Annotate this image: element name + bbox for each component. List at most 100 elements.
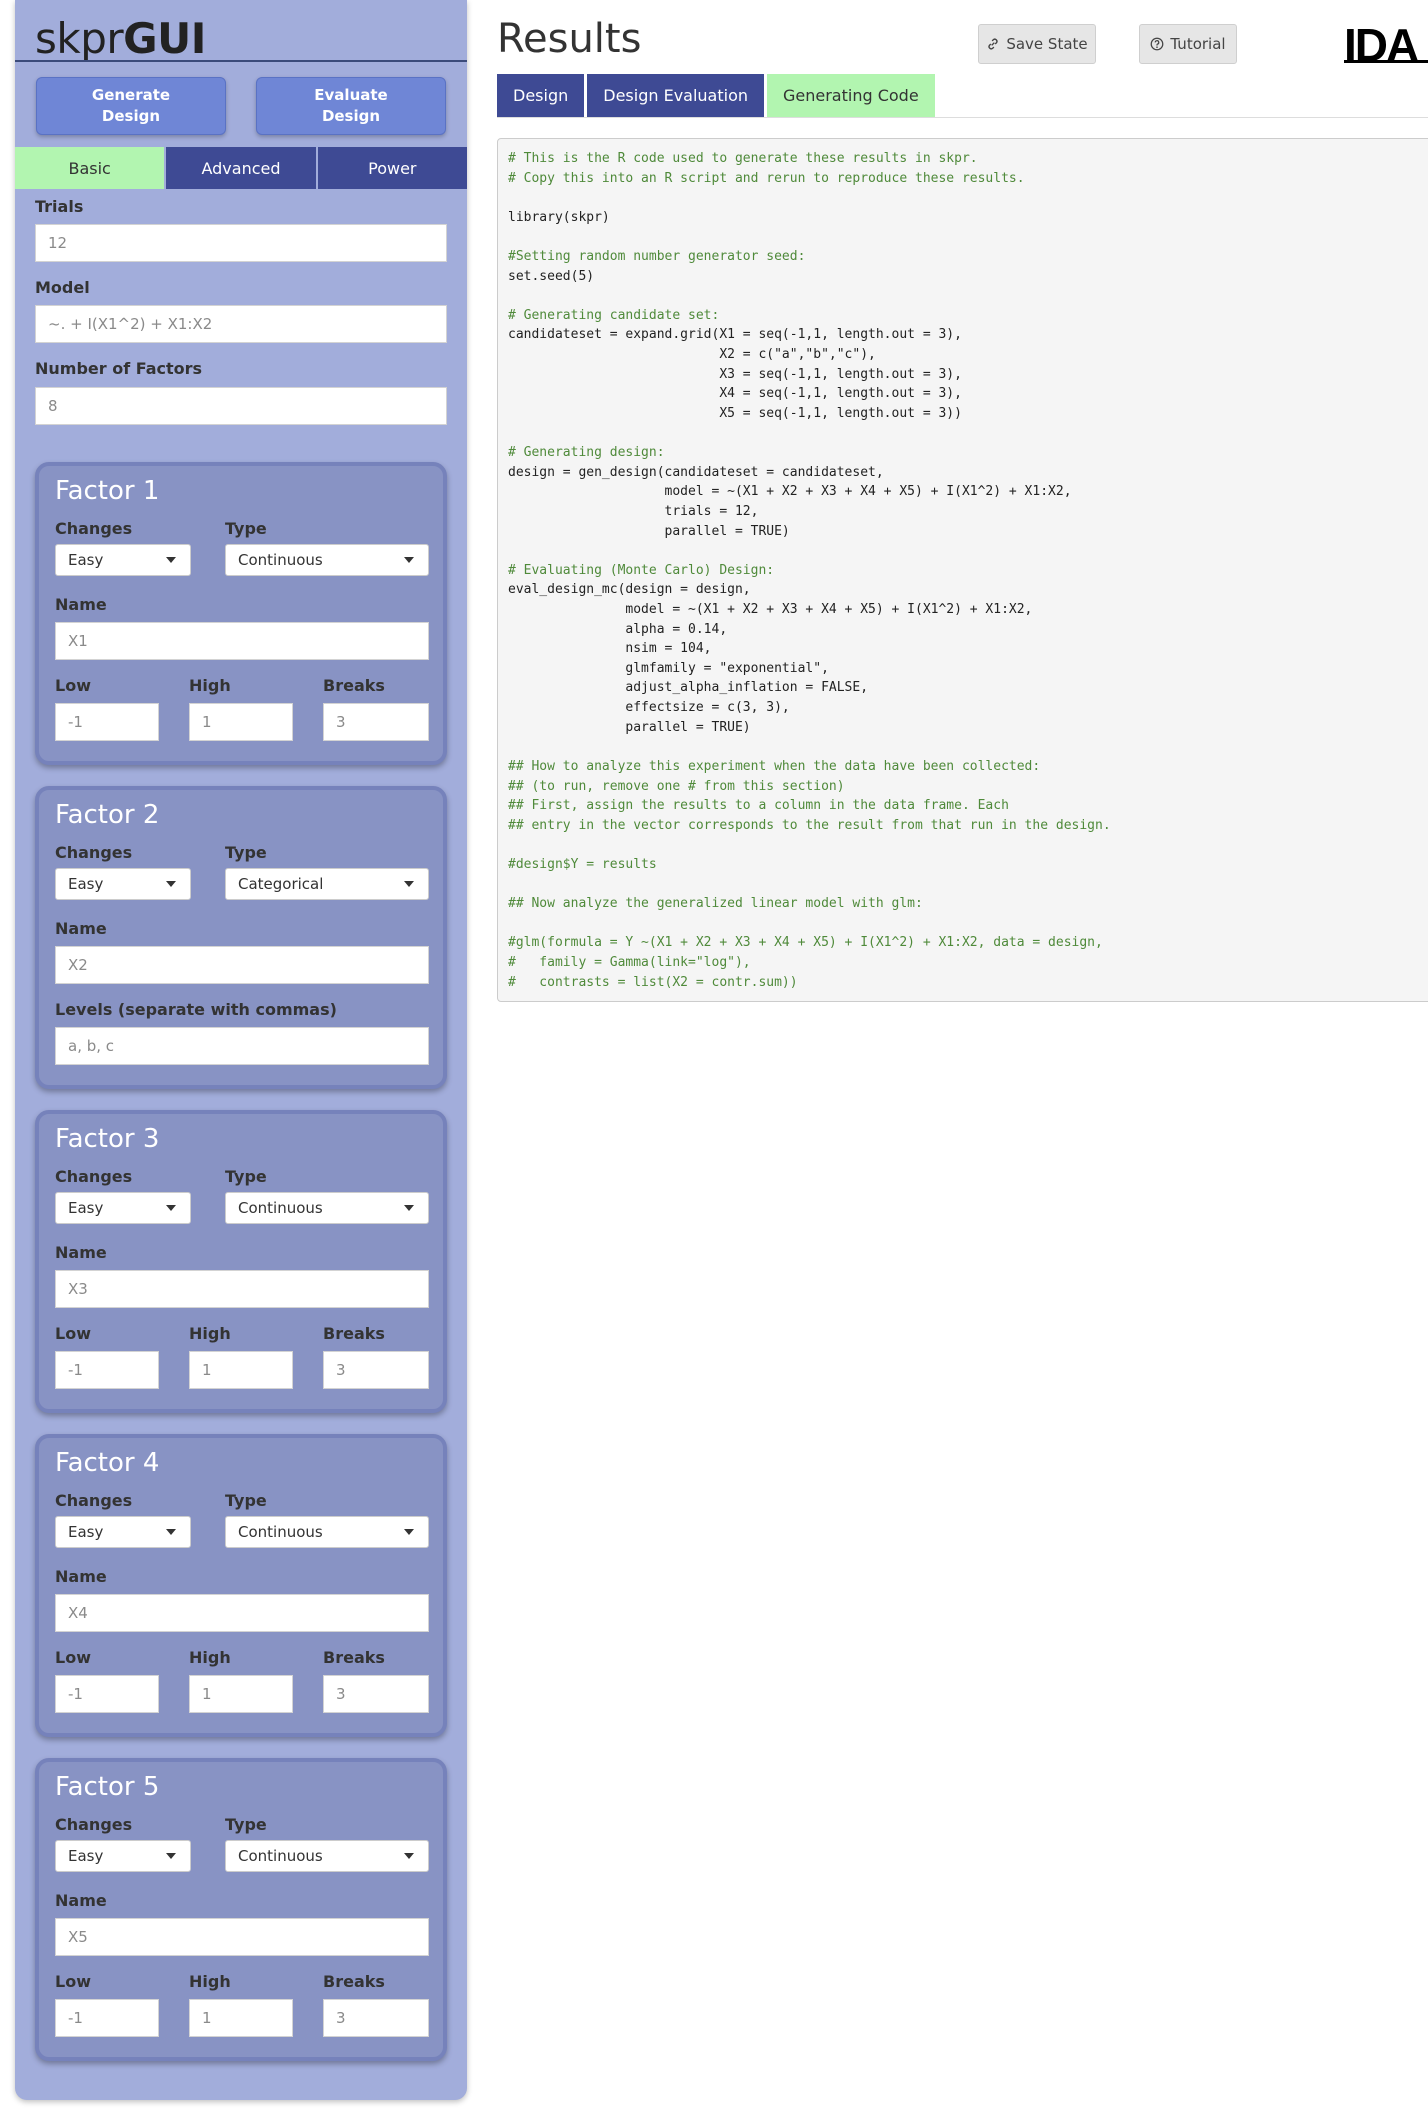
low-label: Low xyxy=(55,1324,91,1343)
num-factors-input[interactable]: 8 xyxy=(35,387,447,425)
high-label: High xyxy=(189,1648,231,1667)
code-line: model = ~(X1 + X2 + X3 + X4 + X5) + I(X1… xyxy=(508,602,1033,618)
name-input[interactable]: X2 xyxy=(55,946,429,984)
high-input[interactable]: 1 xyxy=(189,703,293,741)
code-line: effectsize = c(3, 3), xyxy=(508,700,790,716)
generate-design-button[interactable]: Generate Design xyxy=(36,77,226,135)
tab-power[interactable]: Power xyxy=(317,147,467,189)
evaluate-design-button[interactable]: Evaluate Design xyxy=(256,77,446,135)
levels-label: Levels (separate with commas) xyxy=(55,1000,337,1019)
factor-card-1: Factor 1 Changes Type Easy Continuous Na… xyxy=(35,462,447,765)
factor-title: Factor 4 xyxy=(55,1448,160,1478)
tab-design-evaluation[interactable]: Design Evaluation xyxy=(587,74,764,117)
type-select[interactable]: Continuous xyxy=(225,544,429,576)
breaks-label: Breaks xyxy=(323,1324,385,1343)
low-input[interactable]: -1 xyxy=(55,1999,159,2037)
code-line: set.seed(5) xyxy=(508,268,595,284)
code-line: # contrasts = list(X2 = contr.sum)) xyxy=(508,974,798,990)
changes-label: Changes xyxy=(55,1815,133,1834)
changes-select[interactable]: Easy xyxy=(55,1840,191,1872)
changes-label: Changes xyxy=(55,1491,133,1510)
caret-down-icon xyxy=(404,1529,414,1535)
changes-select[interactable]: Easy xyxy=(55,1192,191,1224)
changes-select[interactable]: Easy xyxy=(55,544,191,576)
caret-down-icon xyxy=(166,1853,176,1859)
changes-value: Easy xyxy=(68,875,104,893)
code-line: alpha = 0.14, xyxy=(508,621,728,637)
caret-down-icon xyxy=(166,557,176,563)
levels-input[interactable]: a, b, c xyxy=(55,1027,429,1065)
code-line: # Evaluating (Monte Carlo) Design: xyxy=(508,562,775,578)
code-line: parallel = TRUE) xyxy=(508,719,751,735)
code-line: ## How to analyze this experiment when t… xyxy=(508,758,1041,774)
breaks-input[interactable]: 3 xyxy=(323,1675,429,1713)
type-label: Type xyxy=(225,843,267,862)
changes-value: Easy xyxy=(68,1199,104,1217)
changes-value: Easy xyxy=(68,551,104,569)
tutorial-button[interactable]: Tutorial xyxy=(1139,24,1237,64)
tab-generating-code[interactable]: Generating Code xyxy=(767,74,935,117)
tab-divider xyxy=(497,117,1428,118)
save-state-button[interactable]: Save State xyxy=(978,24,1096,64)
trials-label: Trials xyxy=(35,197,84,216)
changes-select[interactable]: Easy xyxy=(55,868,191,900)
caret-down-icon xyxy=(404,1853,414,1859)
type-select[interactable]: Continuous xyxy=(225,1516,429,1548)
low-label: Low xyxy=(55,1972,91,1991)
name-input[interactable]: X4 xyxy=(55,1594,429,1632)
code-line: ## First, assign the results to a column… xyxy=(508,798,1009,814)
high-input[interactable]: 1 xyxy=(189,1675,293,1713)
factor-title: Factor 2 xyxy=(55,800,160,830)
code-line: library(skpr) xyxy=(508,209,610,225)
high-label: High xyxy=(189,676,231,695)
low-input[interactable]: -1 xyxy=(55,1675,159,1713)
type-label: Type xyxy=(225,1491,267,1510)
code-line: # Generating candidate set: xyxy=(508,307,720,323)
changes-label: Changes xyxy=(55,1167,133,1186)
tab-basic[interactable]: Basic xyxy=(15,147,167,189)
caret-down-icon xyxy=(166,1205,176,1211)
type-value: Continuous xyxy=(238,1847,323,1865)
type-select[interactable]: Continuous xyxy=(225,1840,429,1872)
breaks-label: Breaks xyxy=(323,676,385,695)
tab-design[interactable]: Design xyxy=(497,74,585,117)
low-input[interactable]: -1 xyxy=(55,1351,159,1389)
name-input[interactable]: X3 xyxy=(55,1270,429,1308)
caret-down-icon xyxy=(404,881,414,887)
sidebar-tabs: Basic Advanced Power xyxy=(15,147,467,189)
code-line: adjust_alpha_inflation = FALSE, xyxy=(508,680,869,696)
factor-title: Factor 1 xyxy=(55,476,160,506)
low-input[interactable]: -1 xyxy=(55,703,159,741)
breaks-input[interactable]: 3 xyxy=(323,703,429,741)
model-label: Model xyxy=(35,278,90,297)
name-label: Name xyxy=(55,1243,107,1262)
brand-light: skpr xyxy=(35,14,124,63)
name-input[interactable]: X1 xyxy=(55,622,429,660)
changes-label: Changes xyxy=(55,843,133,862)
code-block: # This is the R code used to generate th… xyxy=(497,138,1428,1002)
num-factors-label: Number of Factors xyxy=(35,359,203,378)
tab-advanced[interactable]: Advanced xyxy=(166,147,318,189)
breaks-input[interactable]: 3 xyxy=(323,1351,429,1389)
code-line: ## Now analyze the generalized linear mo… xyxy=(508,896,923,912)
name-label: Name xyxy=(55,1567,107,1586)
name-input[interactable]: X5 xyxy=(55,1918,429,1956)
name-label: Name xyxy=(55,1891,107,1910)
high-label: High xyxy=(189,1324,231,1343)
high-input[interactable]: 1 xyxy=(189,1351,293,1389)
breaks-input[interactable]: 3 xyxy=(323,1999,429,2037)
high-input[interactable]: 1 xyxy=(189,1999,293,2037)
model-input[interactable]: ~. + I(X1^2) + X1:X2 xyxy=(35,305,447,343)
code-line: # Generating design: xyxy=(508,445,665,461)
trials-input[interactable]: 12 xyxy=(35,224,447,262)
code-line: X4 = seq(-1,1, length.out = 3), xyxy=(508,386,962,402)
changes-select[interactable]: Easy xyxy=(55,1516,191,1548)
page-title: Results xyxy=(497,16,642,62)
type-select[interactable]: Continuous xyxy=(225,1192,429,1224)
type-select[interactable]: Categorical xyxy=(225,868,429,900)
